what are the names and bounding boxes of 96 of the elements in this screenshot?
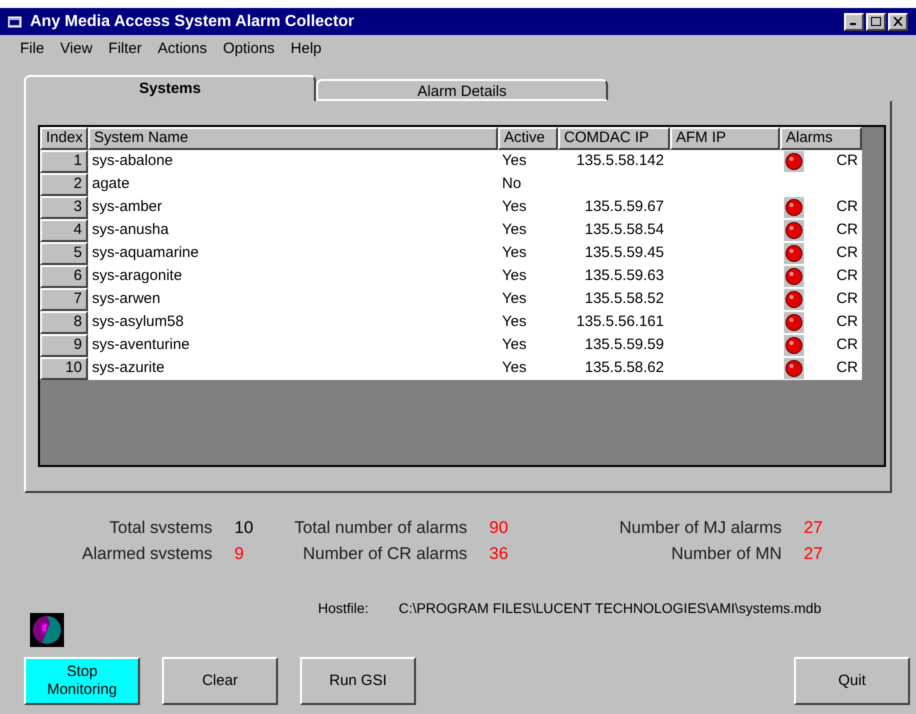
table-cell-text: Yes (502, 335, 526, 356)
maximize-icon[interactable] (866, 12, 886, 30)
table-cell-text: 135.5.58.142 (576, 151, 664, 172)
menu-item[interactable]: Actions (158, 38, 207, 60)
table-cell-text: 135.5.58.54 (584, 220, 664, 240)
table-cell-text: 135.5.59.63 (584, 266, 664, 286)
table-cell-text: 135.5.59.59 (584, 335, 664, 356)
stat-value: 90 (489, 517, 510, 539)
table-cell-text: 135.5.58.62 (584, 358, 664, 378)
table-cell-text: Yes (502, 220, 526, 240)
stat-value: 10 (234, 517, 254, 539)
table-cell-text: Yes (502, 289, 526, 310)
status-indicator-icon (30, 613, 64, 647)
action-button[interactable]: Quit (794, 657, 910, 705)
table-cell-text: sys-asylum58 (92, 312, 184, 332)
table-cell-text: Yes (502, 266, 526, 286)
stat-value: 27 (804, 517, 824, 539)
row-header[interactable]: 7 (40, 288, 88, 311)
table-row[interactable]: 9 sys-aventurine Yes 135.5.59.59 CR (40, 334, 862, 357)
table-row[interactable]: 10 sys-azurite Yes 135.5.58.62 CR (40, 357, 862, 380)
table-cell-text: sys-aquamarine (92, 243, 199, 264)
table-cell-text: agate (92, 174, 130, 194)
stop-monitoring-button[interactable]: Stop Monitoring (24, 657, 140, 705)
row-header[interactable]: 6 (40, 265, 88, 288)
row-header[interactable]: 1 (40, 150, 88, 173)
severity-text: CR (836, 151, 858, 172)
menu-item[interactable]: Filter (108, 38, 142, 60)
table-cell-text: sys-abalone (92, 151, 173, 172)
menu-item[interactable]: View (60, 38, 92, 60)
row-header[interactable]: 9 (40, 334, 88, 357)
row-header[interactable]: 3 (40, 196, 88, 219)
stat-label: Number of MJ alarms (619, 517, 782, 539)
stat-value: 36 (489, 542, 510, 564)
row-header[interactable]: 5 (40, 242, 88, 265)
table-cell-text: 135.5.59.45 (584, 243, 664, 264)
stat-label: Alarmed svstems (82, 542, 212, 564)
table-cell-text: 135.5.58.52 (584, 289, 664, 310)
table-row[interactable]: 2 agate No (40, 173, 862, 196)
table-row[interactable]: 3 sys-amber Yes 135.5.59.67 CR (40, 196, 862, 219)
stat-label: Number of MN (670, 542, 782, 564)
table-cell-text: 135.5.59.67 (584, 197, 664, 218)
table-cell-text: sys-azurite (92, 358, 165, 378)
window-icon (8, 16, 22, 28)
stat-label: Number of CR alarms (302, 542, 468, 564)
window-title: Any Media Access System Alarm Collector (30, 12, 356, 32)
table-row[interactable]: 8 sys-asylum58 Yes 135.5.56.161 CR (40, 311, 862, 334)
severity-text: CR (836, 220, 858, 240)
column-header[interactable]: COMDAC IP (558, 127, 670, 150)
action-button[interactable]: Run GSI (300, 657, 416, 705)
row-header[interactable]: 8 (40, 311, 88, 334)
menu-item[interactable]: Help (290, 38, 322, 60)
stat-value: 27 (804, 542, 824, 564)
column-header[interactable]: System Name (88, 127, 498, 150)
severity-text: CR (836, 266, 858, 286)
menu-item[interactable]: File (20, 38, 44, 60)
table-cell-text: Yes (502, 243, 526, 264)
severity-text: CR (836, 358, 858, 378)
table-row[interactable]: 1 sys-abalone Yes 135.5.58.142 CR (40, 150, 862, 173)
table-cell-text: Yes (502, 312, 526, 332)
row-header[interactable]: 2 (40, 173, 88, 196)
table-cell-text: sys-amber (92, 197, 162, 218)
column-header[interactable]: Alarms (780, 127, 862, 150)
table-cell-text: sys-aventurine (92, 335, 190, 356)
severity-text: CR (836, 197, 858, 218)
minimize-icon[interactable] (844, 12, 864, 30)
stat-value: 9 (234, 542, 245, 564)
stat-label: Total svstems (108, 517, 212, 539)
table-row[interactable]: 7 sys-arwen Yes 135.5.58.52 CR (40, 288, 862, 311)
severity-text: CR (836, 289, 858, 310)
column-header[interactable]: Active (498, 127, 558, 150)
severity-text: CR (836, 335, 858, 356)
hostfile-label: Hostfile: (318, 599, 369, 618)
tab[interactable]: Systems (24, 75, 316, 101)
table-cell-text: sys-arwen (92, 289, 160, 310)
close-icon[interactable] (888, 12, 908, 30)
table-cell-text: sys-aragonite (92, 266, 182, 286)
row-header[interactable]: 10 (40, 357, 88, 380)
table-row[interactable]: 5 sys-aquamarine Yes 135.5.59.45 CR (40, 242, 862, 265)
column-header[interactable]: Index (40, 127, 88, 150)
table-cell-text: Yes (502, 358, 526, 378)
hostfile-path: C:\PROGRAM FILES\LUCENT TECHNOLOGIES\AMI\systems.mdb (398, 599, 822, 618)
table-cell-text: sys-anusha (92, 220, 169, 240)
table-cell-text: 135.5.56.161 (576, 312, 664, 332)
table-cell-text: No (502, 174, 522, 194)
table-row[interactable]: 4 sys-anusha Yes 135.5.58.54 CR (40, 219, 862, 242)
row-header[interactable]: 4 (40, 219, 88, 242)
stat-label: Total number of alarms (294, 517, 468, 539)
table-cell-text: Yes (502, 197, 526, 218)
tab[interactable]: Alarm Details (316, 79, 608, 101)
action-button[interactable]: Clear (162, 657, 278, 705)
menu-item[interactable]: Options (222, 38, 275, 60)
severity-text: CR (836, 312, 858, 332)
table-row[interactable]: 6 sys-aragonite Yes 135.5.59.63 CR (40, 265, 862, 288)
table-cell-text: Yes (502, 151, 526, 172)
column-header[interactable]: AFM IP (670, 127, 780, 150)
severity-text: CR (836, 243, 858, 264)
